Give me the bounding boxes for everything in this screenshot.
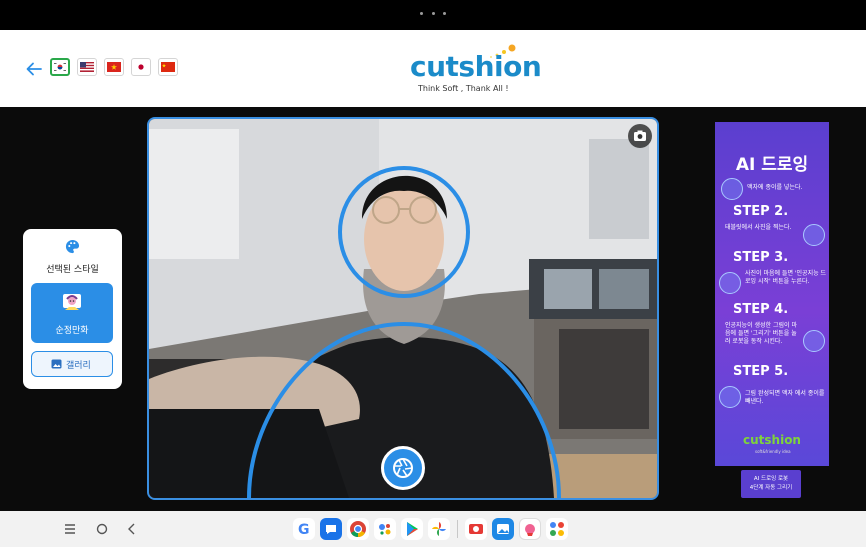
language-selector (50, 58, 178, 76)
app-dock: G (293, 518, 568, 540)
poster-brand: cutshion (743, 433, 801, 447)
japan-flag-icon (134, 62, 148, 72)
style-panel: 선택된 스타일 순정만화 갤러리 (23, 229, 122, 389)
camera-preview[interactable] (147, 117, 659, 500)
step5-text: 그림 완성되면 액자 에서 종이를 빼낸다. (745, 390, 825, 405)
camera-switch-icon (634, 130, 646, 141)
vietnam-flag-icon (107, 62, 121, 72)
selected-style-title: 선택된 스타일 (46, 265, 99, 275)
home-icon[interactable] (92, 519, 112, 539)
gallery-button[interactable]: 갤러리 (31, 351, 113, 377)
gallery-app-icon[interactable] (492, 518, 514, 540)
logo-tagline: Think Soft , Thank All ! (418, 84, 509, 93)
selected-style-card[interactable]: 순정만화 (31, 283, 113, 343)
flag-japan-button[interactable] (131, 58, 151, 76)
back-arrow-icon[interactable] (25, 60, 43, 78)
poster-caption-line2: 4단계 자동 그리기 (749, 485, 793, 491)
more-dots-icon[interactable] (420, 10, 446, 18)
app-grid-icon[interactable] (546, 518, 568, 540)
dock-separator (457, 520, 458, 538)
comic-style-icon (63, 294, 81, 310)
flag-usa-button[interactable] (77, 58, 97, 76)
system-navbar: G (0, 511, 866, 547)
camera-feed-image (149, 119, 657, 498)
screen: cutshion Think Soft , Thank All ! 선택된 스타… (0, 0, 866, 547)
svg-text:G: G (298, 522, 310, 538)
usa-flag-icon (80, 62, 94, 72)
recent-apps-icon[interactable] (60, 519, 80, 539)
selected-style-label: 순정만화 (55, 326, 89, 336)
white-app-icon[interactable] (519, 518, 541, 540)
step4-label: STEP 4. (733, 302, 789, 317)
china-flag-icon (161, 62, 175, 72)
step3-text: 사진이 마음에 들면 '인공지능 드로잉 시작' 버튼을 누른다. (745, 270, 827, 285)
flag-korea-button[interactable] (50, 58, 70, 76)
step2-text: 태블릿에서 사진을 찍는다. (725, 224, 792, 231)
aperture-icon (393, 458, 413, 478)
poster-caption-line1: AI 드로잉 로봇 (753, 476, 789, 482)
step4-text: 인공지능이 생성한 그림이 마음에 들면 '그리기' 버튼을 눌러 로봇을 동작… (725, 322, 797, 345)
logo-text: cutshion (410, 50, 542, 83)
step3-label: STEP 3. (733, 250, 789, 265)
gallery-label: 갤러리 (66, 361, 91, 371)
status-strip (0, 0, 866, 30)
poster-title: AI 드로잉 (735, 155, 809, 175)
back-icon[interactable] (122, 519, 142, 539)
poster-caption: AI 드로잉 로봇 4단계 자동 그리기 (741, 470, 801, 498)
step2-label: STEP 2. (733, 204, 789, 219)
header: cutshion Think Soft , Thank All ! (0, 30, 866, 107)
red-app-icon[interactable] (465, 518, 487, 540)
step2-icon (803, 224, 825, 246)
camera-switch-button[interactable] (628, 124, 652, 148)
step1-text: 액자에 종이를 넣는다. (747, 184, 803, 191)
shutter-button[interactable] (381, 446, 425, 490)
flag-vietnam-button[interactable] (104, 58, 124, 76)
messages-app-icon[interactable] (320, 518, 342, 540)
step5-label: STEP 5. (733, 364, 789, 379)
step1-icon (721, 178, 743, 200)
play-store-app-icon[interactable] (401, 518, 423, 540)
assistant-app-icon[interactable] (374, 518, 396, 540)
step5-icon (719, 386, 741, 408)
photos-app-icon[interactable] (428, 518, 450, 540)
flag-china-button[interactable] (158, 58, 178, 76)
korea-flag-icon (53, 62, 67, 72)
palette-icon (65, 239, 80, 254)
step4-icon (803, 330, 825, 352)
chrome-app-icon[interactable] (347, 518, 369, 540)
google-app-icon[interactable]: G (293, 518, 315, 540)
gallery-icon (51, 359, 62, 369)
poster-brand-sub: soft&friendly idea (755, 449, 791, 454)
ai-drawing-poster: AI 드로잉 액자에 종이를 넣는다. STEP 2. 태블릿에서 사진을 찍는… (715, 122, 829, 466)
cutshion-logo: cutshion Think Soft , Thank All ! (400, 40, 542, 100)
step3-icon (719, 272, 741, 294)
